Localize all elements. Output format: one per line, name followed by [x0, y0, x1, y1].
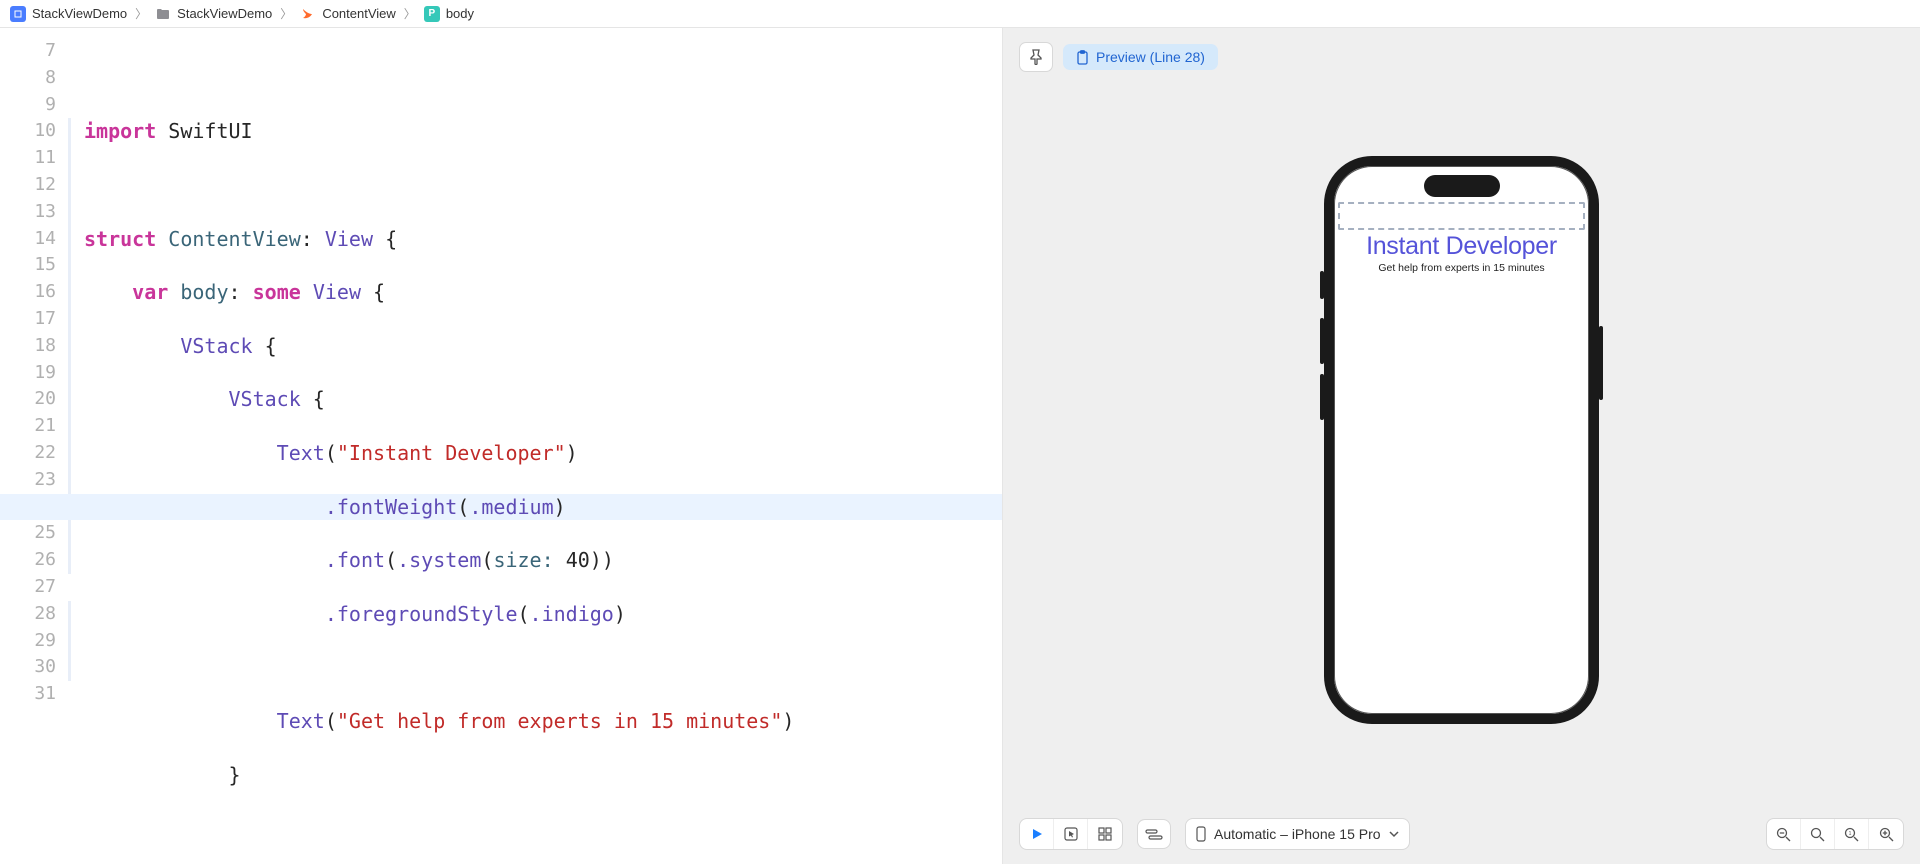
- chevron-down-icon: [1389, 831, 1399, 838]
- preview-canvas[interactable]: Instant Developer Get help from experts …: [1003, 72, 1920, 808]
- breadcrumb-project[interactable]: StackViewDemo: [32, 6, 127, 21]
- device-selector[interactable]: Automatic – iPhone 15 Pro: [1185, 818, 1410, 850]
- dynamic-island: [1424, 175, 1500, 197]
- cursor-icon: [1064, 827, 1078, 841]
- zoom-in-button[interactable]: [1869, 819, 1903, 849]
- zoom-fit-icon: [1810, 827, 1825, 842]
- device-label: Automatic – iPhone 15 Pro: [1214, 826, 1381, 842]
- settings-icon: [1145, 827, 1163, 841]
- device-settings-button[interactable]: [1137, 819, 1171, 849]
- code-content[interactable]: import SwiftUI struct ContentView: View …: [74, 28, 1002, 864]
- grid-icon: [1098, 827, 1112, 841]
- chevron-right-icon: 〉: [135, 5, 147, 22]
- clipboard-icon: [1076, 50, 1089, 65]
- line-gutter: 7891011121314151617181920212223242526272…: [0, 28, 66, 864]
- preview-chip-label: Preview (Line 28): [1096, 49, 1205, 65]
- property-icon: P: [424, 6, 440, 22]
- zoom-group: 1: [1766, 818, 1904, 850]
- pin-button[interactable]: [1019, 42, 1053, 72]
- chevron-right-icon: 〉: [280, 5, 292, 22]
- side-button: [1599, 326, 1603, 400]
- breadcrumb-target[interactable]: StackViewDemo: [177, 6, 272, 21]
- zoom-fit-button[interactable]: [1801, 819, 1835, 849]
- zoom-actual-button[interactable]: 1: [1835, 819, 1869, 849]
- zoom-100-icon: 1: [1844, 827, 1859, 842]
- preview-mode-group: [1019, 818, 1123, 850]
- pin-icon: [1029, 49, 1043, 65]
- preview-panel: Preview (Line 28) Instant Developer Get …: [1002, 28, 1920, 864]
- change-bar: [66, 28, 74, 864]
- breadcrumb-file[interactable]: ContentView: [322, 6, 395, 21]
- zoom-in-icon: [1879, 827, 1894, 842]
- side-button: [1320, 318, 1324, 364]
- main-split: 7891011121314151617181920212223242526272…: [0, 28, 1920, 864]
- iphone-frame: Instant Developer Get help from experts …: [1324, 156, 1599, 724]
- breadcrumb: StackViewDemo 〉 StackViewDemo 〉 ContentV…: [0, 0, 1920, 28]
- variants-button[interactable]: [1088, 819, 1122, 849]
- folder-icon: [155, 6, 171, 22]
- preview-title-text: Instant Developer: [1334, 232, 1589, 261]
- zoom-out-button[interactable]: [1767, 819, 1801, 849]
- svg-text:1: 1: [1849, 831, 1852, 837]
- project-icon: [10, 6, 26, 22]
- side-button: [1320, 374, 1324, 420]
- preview-subtitle-text: Get help from experts in 15 minutes: [1334, 262, 1589, 274]
- live-preview-button[interactable]: [1020, 819, 1054, 849]
- chevron-right-icon: 〉: [404, 5, 416, 22]
- play-icon: [1031, 828, 1043, 840]
- breadcrumb-symbol[interactable]: body: [446, 6, 474, 21]
- preview-chip[interactable]: Preview (Line 28): [1063, 44, 1218, 70]
- phone-icon: [1196, 826, 1206, 842]
- swift-icon: [300, 6, 316, 22]
- side-button: [1320, 271, 1324, 299]
- selectable-preview-button[interactable]: [1054, 819, 1088, 849]
- zoom-out-icon: [1776, 827, 1791, 842]
- padding-selection-outline: [1338, 202, 1585, 230]
- code-editor[interactable]: 7891011121314151617181920212223242526272…: [0, 28, 1002, 864]
